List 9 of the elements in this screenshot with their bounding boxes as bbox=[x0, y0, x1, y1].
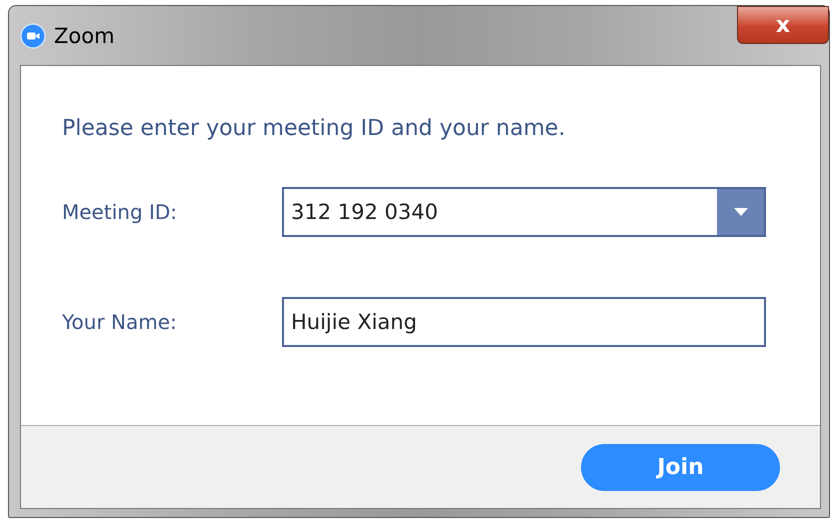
caret-icon bbox=[734, 208, 748, 216]
window-title: Zoom bbox=[54, 24, 115, 48]
camera-icon bbox=[20, 22, 46, 48]
meeting-id-dropdown[interactable]: 312 192 0340 bbox=[282, 187, 766, 237]
field-label: Meeting ID: bbox=[62, 200, 178, 224]
field-label: Your Name: bbox=[62, 310, 178, 334]
close-button[interactable]: x bbox=[737, 6, 829, 44]
instruction-text: Please enter your meeting ID and your name. bbox=[62, 116, 566, 141]
name-input-field[interactable]: Huijie Xiang bbox=[282, 297, 766, 347]
